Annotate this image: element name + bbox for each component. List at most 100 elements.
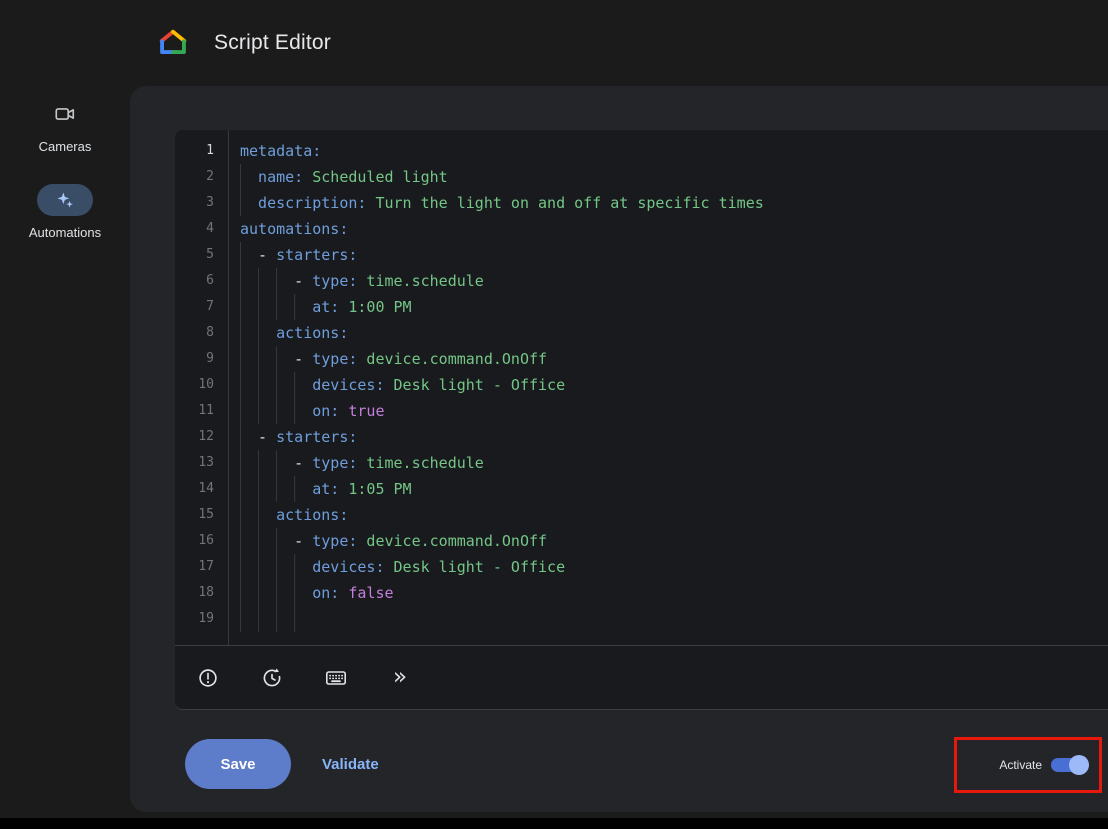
line-number: 12 xyxy=(175,424,214,450)
code-token: time.schedule xyxy=(357,268,483,294)
activate-toggle[interactable] xyxy=(1051,758,1087,772)
code-line[interactable]: 5- starters: xyxy=(175,242,1108,268)
code-line[interactable]: 12 - starters: xyxy=(175,424,1108,450)
line-content: at: 1:00 PM xyxy=(240,294,412,320)
indent-guides xyxy=(240,528,294,554)
indent-guides xyxy=(240,606,312,632)
line-content: on: true xyxy=(240,398,384,424)
code-token: Scheduled light xyxy=(303,164,448,190)
line-number: 3 xyxy=(175,190,214,216)
code-token: - xyxy=(258,424,276,450)
selected-pill xyxy=(37,184,93,216)
code-lines: 1metadata:2 name: Scheduled light 3 descrip… xyxy=(175,138,1108,632)
code-token: Desk light - Office xyxy=(384,554,565,580)
line-content: automations: xyxy=(240,216,348,242)
code-line[interactable]: 11 on: true xyxy=(175,398,1108,424)
line-number: 14 xyxy=(175,476,214,502)
code-token: time.schedule xyxy=(357,450,483,476)
sidebar-item-cameras[interactable]: Cameras xyxy=(39,98,92,154)
code-line[interactable]: 10devices: Desk light - Office xyxy=(175,372,1108,398)
code-line[interactable]: 15 actions: xyxy=(175,502,1108,528)
editor-toolbar: » xyxy=(175,646,1108,709)
code-token: actions: xyxy=(276,502,348,528)
code-token: at: xyxy=(312,476,339,502)
code-line[interactable]: 3 description: Turn the light on and off … xyxy=(175,190,1108,216)
line-number: 10 xyxy=(175,372,214,398)
indent-guides xyxy=(240,294,312,320)
problems-icon xyxy=(197,667,219,689)
activate-label: Activate xyxy=(999,758,1042,772)
google-home-logo xyxy=(158,28,188,58)
bottom-strip xyxy=(0,818,1108,829)
line-content: - type: time.schedule xyxy=(240,268,484,294)
code-line[interactable]: 2 name: Scheduled light xyxy=(175,164,1108,190)
code-token: starters: xyxy=(276,424,357,450)
line-number: 4 xyxy=(175,216,214,242)
line-content: metadata: xyxy=(240,138,321,164)
code-line[interactable]: 9 - type: device.command.OnOff xyxy=(175,346,1108,372)
page-title: Script Editor xyxy=(214,31,331,55)
code-token: devices: xyxy=(312,554,384,580)
code-line[interactable]: 8 actions: xyxy=(175,320,1108,346)
code-line[interactable]: 6- type: time.schedule xyxy=(175,268,1108,294)
line-number: 8 xyxy=(175,320,214,346)
line-number: 9 xyxy=(175,346,214,372)
line-content: devices: Desk light - Office xyxy=(240,554,565,580)
code-line[interactable]: 17 devices: Desk light - Office xyxy=(175,554,1108,580)
code-token: device.command.OnOff xyxy=(357,346,547,372)
code-line[interactable]: 16- type: device.command.OnOff xyxy=(175,528,1108,554)
code-token: - xyxy=(294,346,312,372)
editor-block: 1metadata:2 name: Scheduled light 3 descrip… xyxy=(175,130,1108,710)
code-line[interactable]: 7 at: 1:00 PM xyxy=(175,294,1108,320)
line-content: name: Scheduled light xyxy=(240,164,448,190)
validate-button[interactable]: Validate xyxy=(316,739,385,789)
code-token: on: xyxy=(312,398,339,424)
code-token: 1:00 PM xyxy=(339,294,411,320)
code-token: true xyxy=(339,398,384,424)
code-token: automations: xyxy=(240,216,348,242)
history-button[interactable] xyxy=(257,663,287,693)
line-content: actions: xyxy=(240,320,348,346)
code-token: description: xyxy=(258,190,366,216)
keyboard-button[interactable] xyxy=(321,663,351,693)
code-token: - xyxy=(294,450,312,476)
problems-button[interactable] xyxy=(193,663,223,693)
line-number: 19 xyxy=(175,606,214,632)
code-line[interactable]: 14 at: 1:05 PM xyxy=(175,476,1108,502)
line-number: 2 xyxy=(175,164,214,190)
indent-guides xyxy=(240,164,258,190)
line-content: - type: device.command.OnOff xyxy=(240,346,547,372)
indent-guides xyxy=(240,424,258,450)
indent-guides xyxy=(240,476,312,502)
keyboard-icon xyxy=(324,666,348,690)
code-line[interactable]: 1metadata: xyxy=(175,138,1108,164)
line-number: 11 xyxy=(175,398,214,424)
editor-footer: Save Validate Activate xyxy=(130,711,1108,812)
code-token: type: xyxy=(312,528,357,554)
indent-guides xyxy=(240,554,312,580)
line-content: at: 1:05 PM xyxy=(240,476,412,502)
code-line[interactable]: 19 xyxy=(175,606,1108,632)
save-button[interactable]: Save xyxy=(185,739,291,789)
sidebar: Cameras Automations xyxy=(0,86,130,818)
expand-button[interactable]: » xyxy=(385,663,415,693)
indent-guides xyxy=(240,372,312,398)
line-number: 5 xyxy=(175,242,214,268)
double-chevron-icon: » xyxy=(393,666,407,689)
line-number: 17 xyxy=(175,554,214,580)
line-number: 15 xyxy=(175,502,214,528)
code-line[interactable]: 18on: false xyxy=(175,580,1108,606)
code-line[interactable]: 13- type: time.schedule xyxy=(175,450,1108,476)
indent-guides xyxy=(240,242,258,268)
toggle-knob xyxy=(1069,755,1089,775)
annotation-highlight: Activate xyxy=(954,737,1102,793)
code-token: type: xyxy=(312,450,357,476)
history-icon xyxy=(261,667,283,689)
sidebar-item-automations[interactable]: Automations xyxy=(29,184,101,240)
indent-guides xyxy=(240,502,276,528)
line-number: 7 xyxy=(175,294,214,320)
top-bar: Script Editor xyxy=(0,0,1108,86)
code-editor[interactable]: 1metadata:2 name: Scheduled light 3 descrip… xyxy=(175,130,1108,646)
code-token: Turn the light on and off at specific ti… xyxy=(366,190,763,216)
code-line[interactable]: 4 automations: xyxy=(175,216,1108,242)
